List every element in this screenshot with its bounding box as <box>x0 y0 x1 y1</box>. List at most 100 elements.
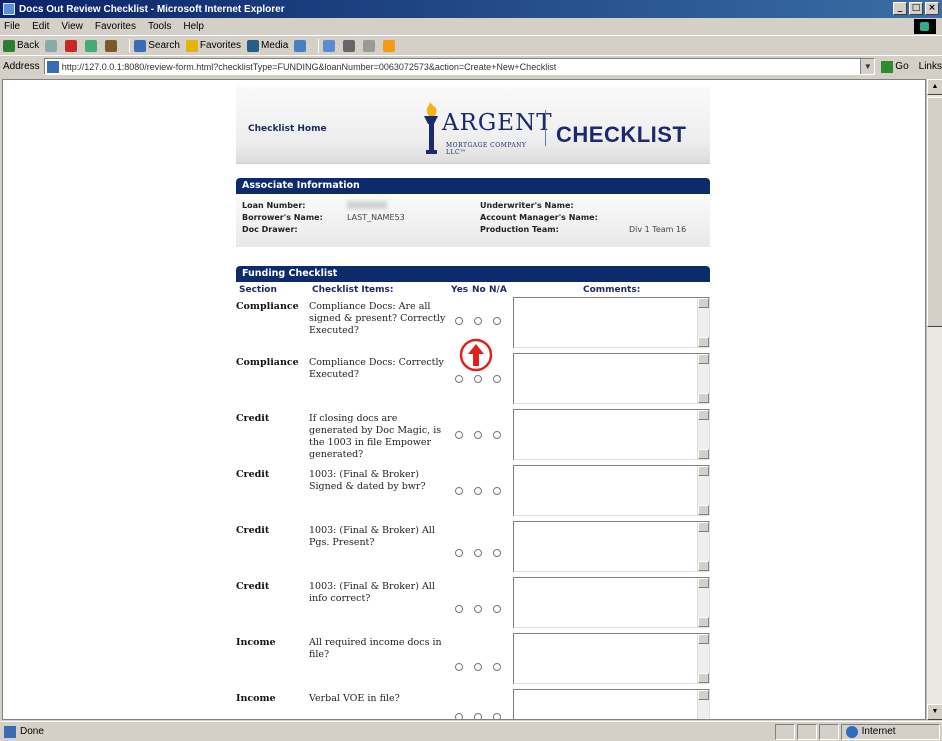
no-radio[interactable] <box>474 375 482 383</box>
menu-edit[interactable]: Edit <box>32 21 49 32</box>
refresh-icon <box>85 39 98 52</box>
scroll-up-icon[interactable] <box>698 298 709 308</box>
scroll-down-icon[interactable] <box>698 673 709 683</box>
links-button[interactable]: Links <box>919 61 942 72</box>
menu-file[interactable]: File <box>4 21 20 32</box>
menu-tools[interactable]: Tools <box>148 21 171 32</box>
forward-button[interactable] <box>45 39 59 52</box>
address-input[interactable]: http://127.0.0.1:8080/review-form.html?c… <box>43 58 876 75</box>
messenger-button[interactable] <box>383 39 397 52</box>
comment-textarea[interactable] <box>513 633 710 684</box>
scroll-down-icon[interactable] <box>698 617 709 627</box>
go-button[interactable]: Go <box>881 60 909 73</box>
comment-textarea[interactable] <box>513 409 710 460</box>
textarea-scrollbar[interactable] <box>697 354 709 403</box>
yes-radio[interactable] <box>455 663 463 671</box>
scroll-up-icon[interactable] <box>698 466 709 476</box>
textarea-scrollbar[interactable] <box>697 578 709 627</box>
scroll-up-icon[interactable] <box>698 410 709 420</box>
textarea-scrollbar[interactable] <box>697 690 709 719</box>
stop-button[interactable] <box>65 39 79 52</box>
na-radio[interactable] <box>493 431 501 439</box>
textarea-scrollbar[interactable] <box>697 634 709 683</box>
comment-textarea[interactable] <box>513 689 710 719</box>
internet-globe-icon <box>845 725 858 738</box>
zone-label: Internet <box>861 726 896 737</box>
textarea-scrollbar[interactable] <box>697 466 709 515</box>
na-radio[interactable] <box>493 375 501 383</box>
no-radio[interactable] <box>474 431 482 439</box>
no-radio[interactable] <box>474 549 482 557</box>
menu-favorites[interactable]: Favorites <box>95 21 136 32</box>
yes-radio[interactable] <box>455 487 463 495</box>
page-title: CHECKLIST <box>556 122 687 147</box>
scroll-up-icon[interactable] <box>698 634 709 644</box>
scroll-up-icon[interactable] <box>698 690 709 700</box>
address-dropdown-icon[interactable]: ▼ <box>860 59 875 74</box>
search-button[interactable]: Search <box>134 39 180 52</box>
address-label: Address <box>3 61 40 72</box>
page-scrollbar[interactable]: ▲ ▼ <box>926 79 942 720</box>
yes-radio[interactable] <box>455 605 463 613</box>
scroll-down-icon[interactable] <box>698 561 709 571</box>
comment-textarea[interactable] <box>513 353 710 404</box>
na-radio[interactable] <box>493 549 501 557</box>
yes-radio[interactable] <box>455 549 463 557</box>
checklist-row: Income Verbal VOE in file? <box>236 689 710 719</box>
stop-icon <box>65 39 78 52</box>
print-button[interactable] <box>343 39 357 52</box>
yes-radio[interactable] <box>455 317 463 325</box>
production-team-label: Production Team: <box>480 225 559 234</box>
comment-textarea[interactable] <box>513 297 710 348</box>
row-item: 1003: (Final & Broker) All Pgs. Present? <box>309 525 435 548</box>
favorites-button[interactable]: Favorites <box>185 39 241 52</box>
no-radio[interactable] <box>474 317 482 325</box>
yes-radio[interactable] <box>455 431 463 439</box>
na-radio[interactable] <box>493 713 501 719</box>
na-radio[interactable] <box>493 317 501 325</box>
scroll-down-icon[interactable] <box>698 505 709 515</box>
back-button[interactable]: Back <box>3 39 39 52</box>
scroll-up-icon[interactable] <box>698 354 709 364</box>
home-button[interactable] <box>105 39 119 52</box>
scroll-down-icon[interactable] <box>698 393 709 403</box>
history-icon <box>294 39 307 52</box>
na-radio[interactable] <box>493 663 501 671</box>
textarea-scrollbar[interactable] <box>697 298 709 347</box>
comment-textarea[interactable] <box>513 521 710 572</box>
close-button[interactable]: × <box>925 2 939 15</box>
textarea-scrollbar[interactable] <box>697 522 709 571</box>
edit-button[interactable] <box>363 39 377 52</box>
row-item: 1003: (Final & Broker) All info correct? <box>309 581 435 604</box>
scroll-up-icon[interactable] <box>698 522 709 532</box>
yes-radio[interactable] <box>455 375 463 383</box>
menu-help[interactable]: Help <box>183 21 204 32</box>
toolbar-separator <box>318 38 320 53</box>
production-team-value: Div 1 Team 16 <box>629 225 687 234</box>
maximize-button[interactable]: □ <box>909 2 923 15</box>
scroll-up-icon[interactable] <box>698 578 709 588</box>
scroll-down-icon[interactable] <box>698 337 709 347</box>
na-radio[interactable] <box>493 605 501 613</box>
no-radio[interactable] <box>474 663 482 671</box>
no-radio[interactable] <box>474 605 482 613</box>
scroll-down-icon[interactable] <box>698 449 709 459</box>
history-button[interactable] <box>294 39 308 52</box>
refresh-button[interactable] <box>85 39 99 52</box>
menu-view[interactable]: View <box>61 21 83 32</box>
scroll-thumb[interactable] <box>927 97 942 327</box>
comment-textarea[interactable] <box>513 465 710 516</box>
media-button[interactable]: Media <box>247 39 288 52</box>
row-item: Verbal VOE in file? <box>309 693 400 704</box>
textarea-scrollbar[interactable] <box>697 410 709 459</box>
mail-button[interactable] <box>323 39 337 52</box>
checklist-home-link[interactable]: Checklist Home <box>248 124 327 134</box>
scroll-up-icon[interactable]: ▲ <box>927 79 942 95</box>
na-radio[interactable] <box>493 487 501 495</box>
minimize-button[interactable]: _ <box>893 2 907 15</box>
no-radio[interactable] <box>474 713 482 719</box>
yes-radio[interactable] <box>455 713 463 719</box>
scroll-down-icon[interactable]: ▼ <box>927 704 942 720</box>
comment-textarea[interactable] <box>513 577 710 628</box>
no-radio[interactable] <box>474 487 482 495</box>
